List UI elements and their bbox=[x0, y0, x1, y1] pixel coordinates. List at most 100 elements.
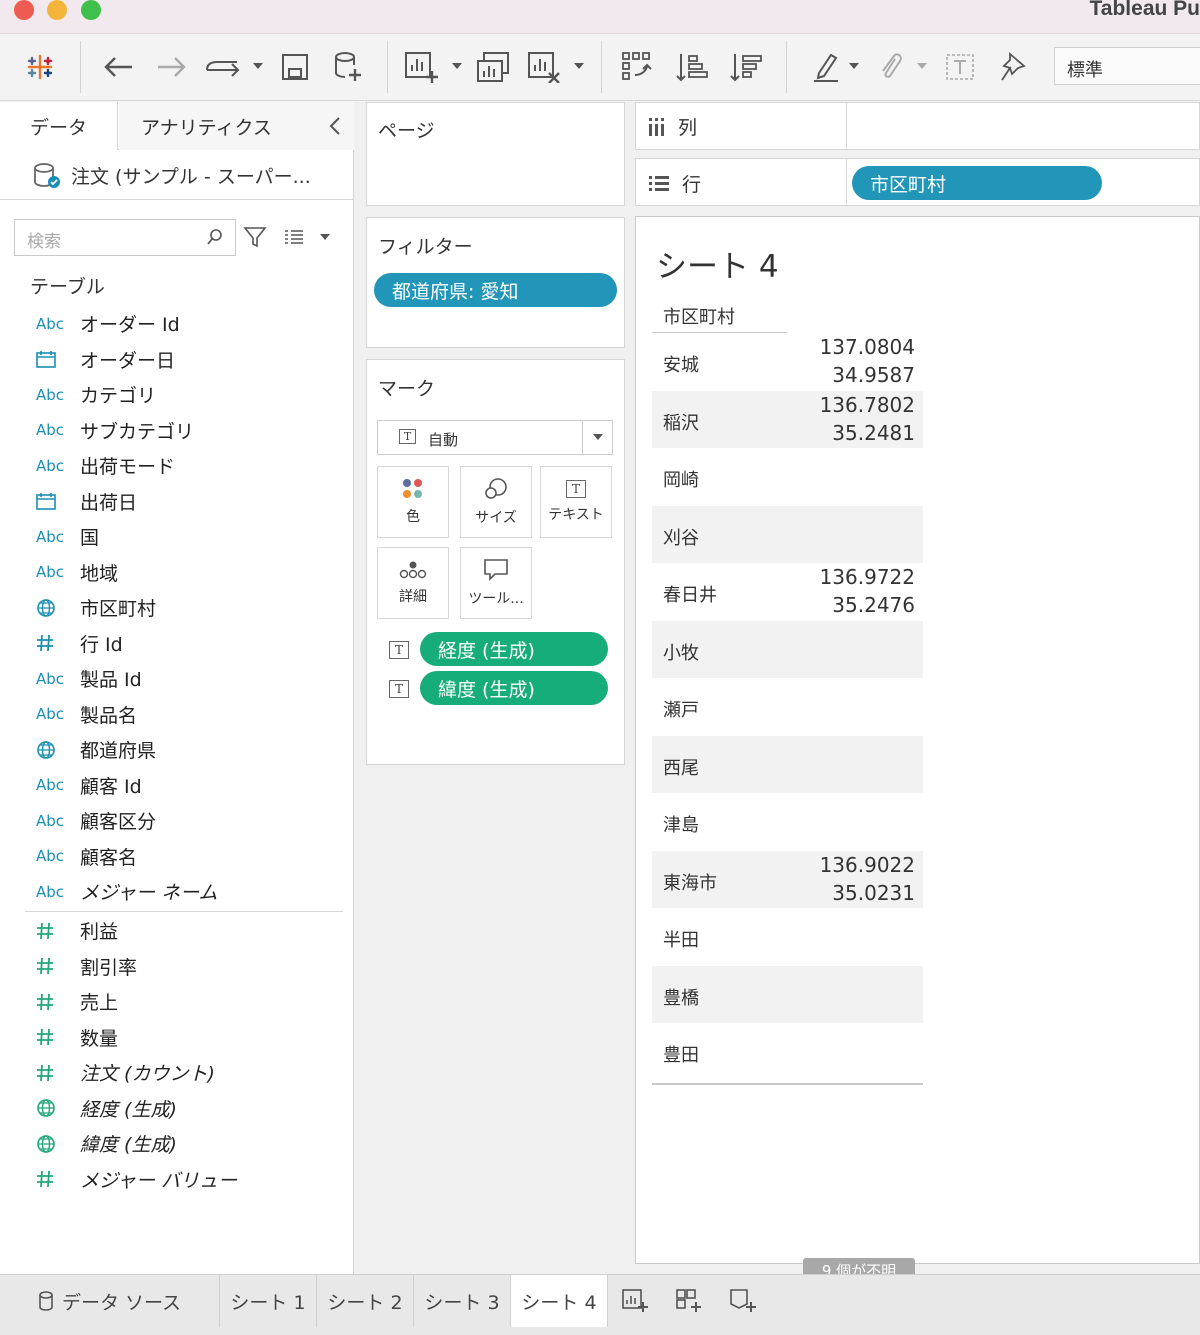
row-header-city[interactable]: 稲沢 bbox=[663, 409, 699, 435]
field-item[interactable]: 緯度 (生成) bbox=[0, 1126, 354, 1161]
chevron-down-icon[interactable] bbox=[593, 434, 603, 440]
tooltip-button[interactable]: ツール... bbox=[460, 547, 532, 619]
row-header-city[interactable]: 春日井 bbox=[663, 581, 717, 607]
field-item[interactable]: Abc 地域 bbox=[0, 555, 354, 590]
field-item[interactable]: 注文 (カウント) bbox=[0, 1055, 354, 1090]
search-icon[interactable] bbox=[206, 228, 224, 250]
field-item[interactable]: Abc 出荷モード bbox=[0, 448, 354, 483]
longitude-value[interactable]: 136.7802 bbox=[820, 393, 915, 417]
row-header-city[interactable]: 半田 bbox=[663, 926, 699, 952]
table-row[interactable]: 刈谷 bbox=[652, 505, 923, 563]
pages-card[interactable]: ページ bbox=[366, 102, 625, 206]
view-list-icon[interactable] bbox=[283, 228, 305, 250]
chevron-down-icon[interactable] bbox=[574, 63, 584, 69]
color-button[interactable]: 色 bbox=[377, 466, 449, 538]
replay-icon[interactable] bbox=[204, 49, 244, 85]
redo-icon[interactable] bbox=[154, 49, 190, 85]
table-row[interactable]: 安城 137.0804 34.9587 bbox=[652, 333, 923, 391]
longitude-value[interactable]: 136.9722 bbox=[820, 565, 915, 589]
tab-analytics[interactable]: アナリティクス bbox=[119, 102, 354, 150]
clear-sheet-icon[interactable] bbox=[526, 49, 562, 85]
field-item[interactable]: 利益 bbox=[0, 913, 354, 948]
swap-rows-columns-icon[interactable] bbox=[620, 49, 656, 85]
field-item[interactable]: Abc サブカテゴリ bbox=[0, 413, 354, 448]
save-icon[interactable] bbox=[277, 49, 313, 85]
close-window-icon[interactable] bbox=[14, 0, 34, 20]
field-item[interactable]: Abc カテゴリ bbox=[0, 377, 354, 412]
collapse-panel-icon[interactable] bbox=[328, 116, 342, 140]
datasource-item[interactable]: 注文 (サンプル - スーパー... bbox=[0, 150, 354, 200]
field-item[interactable]: 割引率 bbox=[0, 949, 354, 984]
minimize-window-icon[interactable] bbox=[47, 0, 67, 20]
row-header-city[interactable]: 小牧 bbox=[663, 639, 699, 665]
row-header-city[interactable]: 刈谷 bbox=[663, 524, 699, 550]
chevron-down-icon[interactable] bbox=[253, 63, 263, 69]
detail-button[interactable]: 詳細 bbox=[377, 547, 449, 619]
table-row[interactable]: 岡崎 bbox=[652, 448, 923, 506]
chevron-down-icon[interactable] bbox=[320, 234, 330, 240]
sheet-tab[interactable]: シート 4 bbox=[511, 1275, 608, 1327]
row-header-city[interactable]: 東海市 bbox=[663, 869, 717, 895]
columns-shelf[interactable]: 列 bbox=[635, 102, 1200, 151]
mark-type-select[interactable]: T 自動 bbox=[377, 420, 613, 455]
sheet-tab[interactable]: シート 2 bbox=[317, 1275, 414, 1327]
latitude-value[interactable]: 34.9587 bbox=[832, 363, 915, 387]
field-item[interactable]: Abc メジャー ネーム bbox=[0, 874, 354, 909]
undo-icon[interactable] bbox=[100, 49, 136, 85]
filter-pill-prefecture[interactable]: 都道府県: 愛知 bbox=[374, 273, 617, 307]
row-header-city[interactable]: 津島 bbox=[663, 811, 699, 837]
field-item[interactable]: Abc 国 bbox=[0, 519, 354, 554]
field-item[interactable]: 出荷日 bbox=[0, 484, 354, 519]
highlight-icon[interactable] bbox=[808, 49, 844, 85]
tab-data[interactable]: データ bbox=[0, 102, 118, 150]
size-button[interactable]: サイズ bbox=[460, 466, 532, 538]
field-item[interactable]: 都道府県 bbox=[0, 732, 354, 767]
fit-select[interactable]: 標準 bbox=[1054, 47, 1200, 85]
pin-icon[interactable] bbox=[996, 49, 1032, 85]
longitude-value[interactable]: 136.9022 bbox=[820, 853, 915, 877]
table-row[interactable]: 津島 bbox=[652, 793, 923, 851]
paperclip-icon[interactable] bbox=[872, 49, 908, 85]
latitude-value[interactable]: 35.2481 bbox=[832, 421, 915, 445]
rows-pill-city[interactable]: 市区町村 bbox=[852, 166, 1102, 200]
row-header-city[interactable]: 豊田 bbox=[663, 1041, 699, 1067]
field-item[interactable]: Abc オーダー Id bbox=[0, 306, 354, 341]
field-item[interactable]: Abc 顧客区分 bbox=[0, 803, 354, 838]
table-row[interactable]: 西尾 bbox=[652, 735, 923, 793]
sheet-tab[interactable]: シート 1 bbox=[220, 1275, 317, 1327]
table-row[interactable]: 豊田 bbox=[652, 1023, 923, 1081]
new-worksheet-icon[interactable] bbox=[403, 49, 439, 85]
row-header-city[interactable]: 豊橋 bbox=[663, 984, 699, 1010]
field-item[interactable]: メジャー バリュー bbox=[0, 1162, 354, 1197]
table-row[interactable]: 豊橋 bbox=[652, 965, 923, 1023]
field-item[interactable]: Abc 顧客 Id bbox=[0, 768, 354, 803]
tab-datasource[interactable]: データ ソース bbox=[0, 1275, 220, 1327]
field-item[interactable]: Abc 製品名 bbox=[0, 697, 354, 732]
row-header-city[interactable]: 岡崎 bbox=[663, 466, 699, 492]
field-item[interactable]: 経度 (生成) bbox=[0, 1091, 354, 1126]
new-worksheet-icon[interactable] bbox=[608, 1275, 662, 1327]
new-datasource-icon[interactable] bbox=[330, 49, 366, 85]
field-item[interactable]: 数量 bbox=[0, 1020, 354, 1055]
field-item[interactable]: Abc 製品 Id bbox=[0, 661, 354, 696]
field-item[interactable]: 市区町村 bbox=[0, 590, 354, 625]
new-story-icon[interactable] bbox=[716, 1275, 770, 1327]
sheet-title[interactable]: シート 4 bbox=[656, 241, 779, 286]
duplicate-sheet-icon[interactable] bbox=[475, 49, 511, 85]
search-input[interactable]: 検索 bbox=[14, 219, 236, 256]
chevron-down-icon[interactable] bbox=[849, 63, 859, 69]
tableau-logo-icon[interactable] bbox=[22, 49, 58, 85]
field-item[interactable]: 行 Id bbox=[0, 626, 354, 661]
sheet-tab[interactable]: シート 3 bbox=[414, 1275, 511, 1327]
field-item[interactable]: Abc 顧客名 bbox=[0, 839, 354, 874]
marks-pill-longitude[interactable]: 経度 (生成) bbox=[420, 632, 608, 666]
text-button[interactable]: T テキスト bbox=[540, 466, 612, 538]
column-header-city[interactable]: 市区町村 bbox=[663, 303, 735, 329]
table-row[interactable]: 瀬戸 bbox=[652, 678, 923, 736]
new-dashboard-icon[interactable] bbox=[662, 1275, 716, 1327]
latitude-value[interactable]: 35.0231 bbox=[832, 881, 915, 905]
latitude-value[interactable]: 35.2476 bbox=[832, 593, 915, 617]
rows-shelf[interactable]: 行 市区町村 bbox=[635, 158, 1200, 207]
chevron-down-icon[interactable] bbox=[452, 63, 462, 69]
table-row[interactable]: 東海市 136.9022 35.0231 bbox=[652, 850, 923, 908]
